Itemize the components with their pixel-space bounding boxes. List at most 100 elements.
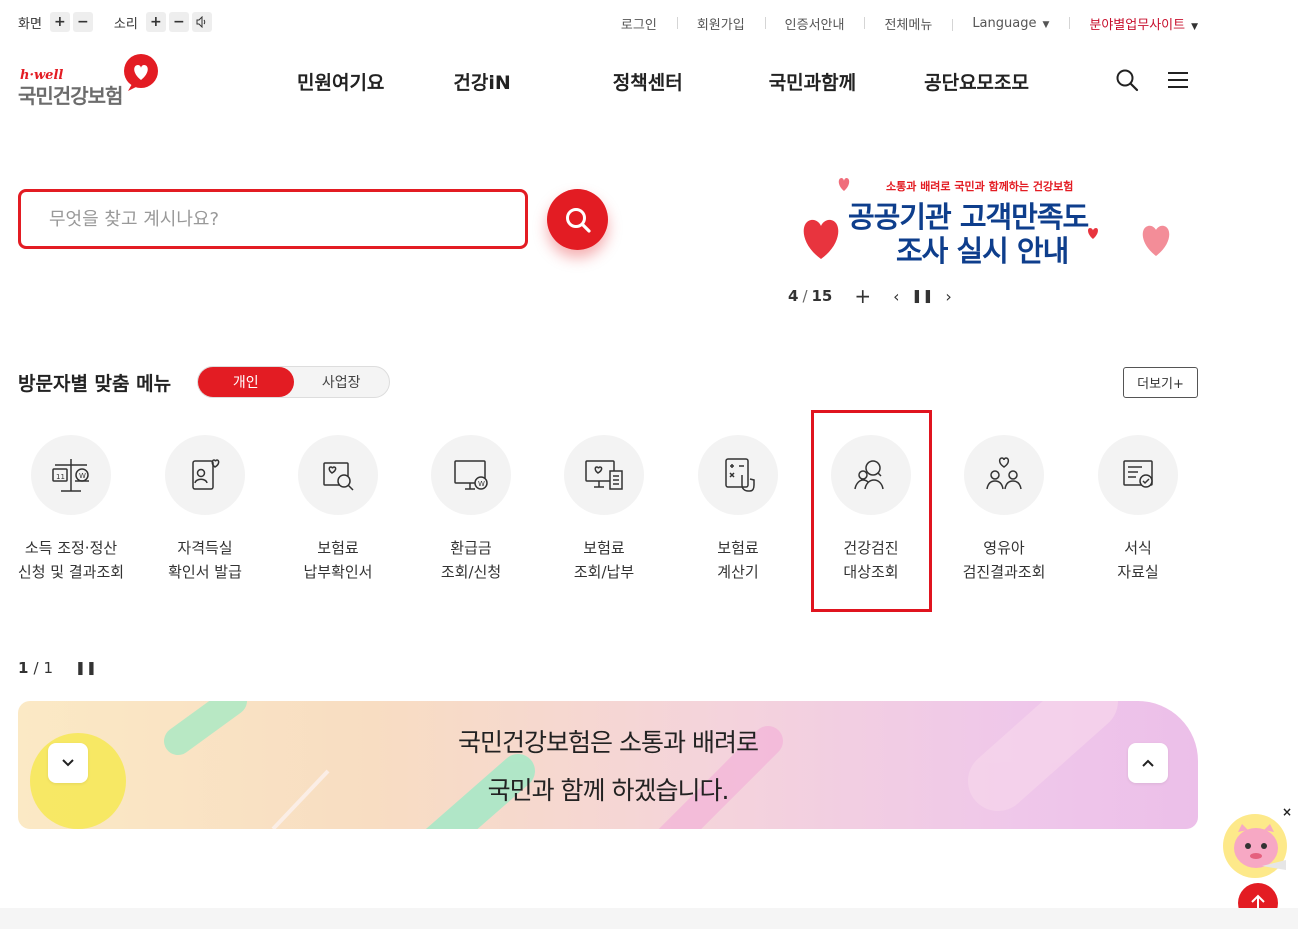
form-check-icon xyxy=(1123,460,1153,488)
menu-item-label: 조회/신청 xyxy=(440,563,502,581)
menu-item-label: 보험료 xyxy=(717,539,759,557)
search-button[interactable] xyxy=(547,189,608,250)
nav-about[interactable]: 공단요모조모 xyxy=(924,68,1029,95)
volume-down-button[interactable]: − xyxy=(168,12,189,32)
banner-slide-controls: 4 / 15 + ‹ ❚❚ › xyxy=(788,284,952,308)
site-logo[interactable]: h·well 국민건강보험 xyxy=(18,54,163,108)
menu-item-refund[interactable]: W 환급금 조회/신청 xyxy=(404,435,538,584)
menu-item-label: 납부확인서 xyxy=(303,563,373,581)
menu-item-label: 환급금 xyxy=(450,539,492,557)
logo-name: 국민건강보험 xyxy=(18,84,123,108)
volume-up-button[interactable]: + xyxy=(145,12,166,32)
chevron-right-icon[interactable]: › xyxy=(945,287,951,306)
menu-item-infant-checkup[interactable]: 영유아 검진결과조회 xyxy=(937,435,1071,584)
menu-item-label: 자격득실 xyxy=(177,539,233,557)
menu-item-label: 조회/납부 xyxy=(573,563,635,581)
utility-nav: 로그인 회원가입 인증서안내 전체메뉴 Language ▼ 분야별업무사이트 ▼ xyxy=(601,14,1198,33)
heart-icon xyxy=(1142,225,1170,256)
calculator-icon xyxy=(725,458,755,492)
chevron-up-icon xyxy=(1142,759,1154,767)
decorative-shapes xyxy=(30,701,1118,829)
footer-strip xyxy=(0,908,1298,929)
menu-item-forms-library[interactable]: 서식 자료실 xyxy=(1071,435,1205,584)
language-select[interactable]: Language ▼ xyxy=(952,16,1069,31)
all-menu-link[interactable]: 전체메뉴 xyxy=(864,14,952,33)
search-input[interactable] xyxy=(21,192,525,246)
document-search-icon xyxy=(323,462,354,491)
svg-text:11: 11 xyxy=(56,473,65,481)
menu-item-label: 소득 조정·정산 xyxy=(24,539,118,557)
certificate-guide-link[interactable]: 인증서안내 xyxy=(764,14,865,33)
tab-business[interactable]: 사업장 xyxy=(294,367,390,397)
promo-banner[interactable]: 소통과 배려로 국민과 함께하는 건강보험 공공기관 고객만족도 조사 실시 안… xyxy=(790,172,1190,272)
zoom-out-button[interactable]: − xyxy=(72,12,93,32)
slogan-prev-button[interactable] xyxy=(48,743,88,783)
business-sites-select[interactable]: 분야별업무사이트 ▼ xyxy=(1069,14,1198,33)
caret-down-icon: ▼ xyxy=(1042,20,1050,30)
login-link[interactable]: 로그인 xyxy=(601,14,677,33)
monitor-receipt-icon xyxy=(585,460,623,490)
banner-total-pages: 15 xyxy=(811,287,833,305)
business-sites-label: 분야별업무사이트 xyxy=(1089,18,1186,33)
banner-current-page: 4 xyxy=(788,287,799,305)
slogan-next-button[interactable] xyxy=(1128,743,1168,783)
zoom-in-button[interactable]: + xyxy=(49,12,70,32)
tab-individual[interactable]: 개인 xyxy=(198,367,294,397)
nav-civil-service[interactable]: 민원여기요 xyxy=(297,68,384,95)
hamburger-menu-icon[interactable] xyxy=(1167,70,1189,90)
banner-subtitle: 소통과 배려로 국민과 함께하는 건강보험 xyxy=(886,180,1074,193)
nav-with-citizens[interactable]: 국민과함께 xyxy=(769,68,856,95)
svg-text:W: W xyxy=(79,472,86,480)
slogan-line2: 국민과 함께 하겠습니다. xyxy=(487,776,730,805)
menu-item-eligibility-cert[interactable]: 자격득실 확인서 발급 xyxy=(138,435,272,584)
banner-all-button[interactable]: + xyxy=(854,284,871,308)
menu-item-premium-receipt[interactable]: 보험료 납부확인서 xyxy=(271,435,405,584)
menu-item-label: 영유아 xyxy=(983,539,1025,557)
menu-item-premium-payment[interactable]: 보험료 조회/납부 xyxy=(537,435,671,584)
chevron-down-icon xyxy=(62,759,74,767)
sound-label: 소리 xyxy=(113,16,138,32)
signup-link[interactable]: 회원가입 xyxy=(676,14,765,33)
pause-icon[interactable]: ❚❚ xyxy=(912,289,934,304)
close-icon[interactable]: × xyxy=(1282,805,1292,819)
menu-total-pages: 1 xyxy=(43,659,54,677)
scale-icon: 11 W xyxy=(52,459,89,492)
logo-heart-icon xyxy=(124,54,158,91)
chatbot-mascot-icon[interactable] xyxy=(1222,812,1292,880)
menu-pager: 1 / 1 ❚❚ xyxy=(18,659,97,677)
heart-icon xyxy=(803,219,839,259)
main-nav: 민원여기요 건강iN 정책센터 국민과함께 공단요모조모 xyxy=(297,68,1029,95)
heart-icon xyxy=(838,178,850,191)
heart-icon xyxy=(1088,228,1098,239)
menu-item-premium-calculator[interactable]: 보험료 계산기 xyxy=(671,435,805,584)
more-button[interactable]: 더보기+ xyxy=(1123,367,1198,398)
menu-item-label: 확인서 발급 xyxy=(168,563,242,581)
menu-item-label: 자료실 xyxy=(1117,563,1159,581)
menu-item-label: 서식 xyxy=(1124,539,1152,557)
menu-item-label: 신청 및 결과조회 xyxy=(17,563,125,581)
monitor-won-icon: W xyxy=(454,460,488,490)
menu-current-page: 1 xyxy=(18,659,29,677)
menu-item-label: 계산기 xyxy=(717,563,759,581)
slogan-banner: 국민건강보험은 소통과 배려로 국민과 함께 하겠습니다. xyxy=(18,701,1198,829)
caret-down-icon: ▼ xyxy=(1191,22,1198,32)
pause-icon[interactable]: ❚❚ xyxy=(75,661,97,676)
menu-item-label: 검진결과조회 xyxy=(962,563,1046,581)
menu-item-label: 보험료 xyxy=(583,539,625,557)
menu-item-income-adjust[interactable]: 11 W 소득 조정·정산 신청 및 결과조회 xyxy=(4,435,138,584)
banner-title-line2: 조사 실시 안내 xyxy=(896,234,1069,268)
screen-zoom-label: 화면 xyxy=(18,16,42,32)
menu-item-label: 보험료 xyxy=(317,539,359,557)
search-icon[interactable] xyxy=(1115,68,1139,92)
language-label: Language xyxy=(972,16,1037,31)
search-box xyxy=(18,189,528,249)
chevron-left-icon[interactable]: ‹ xyxy=(893,287,899,306)
nav-policy-center[interactable]: 정책센터 xyxy=(613,68,683,95)
visitor-type-toggle: 개인 사업장 xyxy=(197,366,390,398)
highlight-frame xyxy=(811,410,932,612)
visitor-menu-title: 방문자별 맞춤 메뉴 xyxy=(18,373,172,395)
speaker-icon[interactable] xyxy=(191,12,212,32)
nav-health-in[interactable]: 건강iN xyxy=(453,68,510,95)
accessibility-controls: 화면 + − 소리 + − xyxy=(18,12,215,32)
visitor-menu-list: 11 W 소득 조정·정산 신청 및 결과조회 자격득실 확인서 발급 보험료 xyxy=(0,435,1298,595)
